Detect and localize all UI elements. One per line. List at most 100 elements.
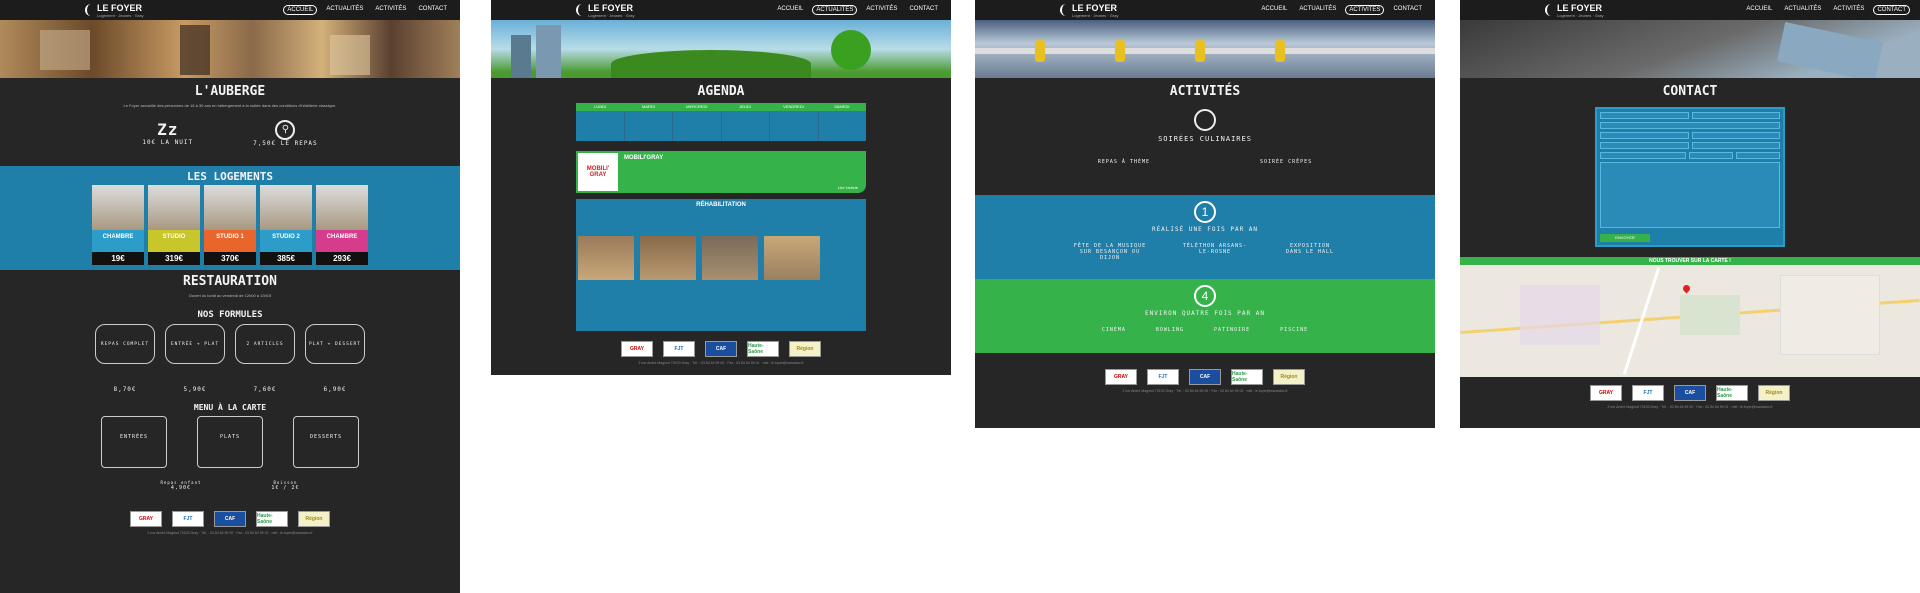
logo-haute-saone[interactable]: Haute-Saône	[747, 341, 779, 357]
logo-region[interactable]: Région	[298, 511, 330, 527]
contact-form: ENVOYER	[1595, 107, 1785, 247]
agenda-day: VENDREDI	[783, 104, 804, 109]
telephone-field[interactable]	[1600, 142, 1689, 149]
room-band: STUDIO	[148, 230, 200, 252]
nav-actualites[interactable]: ACTUALITÉS	[323, 5, 366, 15]
header: LE FOYER Logement · Jeunes · Gray ACCUEIL…	[975, 0, 1435, 20]
agenda-cell[interactable]	[625, 111, 673, 141]
logo[interactable]: LE FOYER Logement · Jeunes · Gray	[576, 3, 634, 18]
room-band: CHAMBRE	[92, 230, 144, 252]
adresse2-field[interactable]	[1600, 132, 1689, 139]
logo[interactable]: LE FOYER Logement · Jeunes · Gray	[1060, 3, 1118, 18]
room-card[interactable]: STUDIO 319€	[148, 185, 200, 265]
nav-accueil[interactable]: ACCUEIL	[1258, 5, 1290, 15]
nav-activites[interactable]: ACTIVITÉS	[863, 5, 900, 15]
email-field[interactable]	[1691, 142, 1780, 149]
formule-price: 6,90€	[323, 386, 347, 393]
nav-accueil[interactable]: ACCUEIL	[774, 5, 806, 15]
logo-region[interactable]: Région	[1273, 369, 1305, 385]
carte-card: DESSERTS	[293, 416, 359, 468]
news-mobiligray: MOBILI' GRAY MOBILI'GRAY Lire l'article	[576, 151, 866, 193]
agenda-cell[interactable]	[576, 111, 625, 141]
formule-frame: 2 ARTICLES	[235, 324, 295, 364]
logo-region[interactable]: Région	[789, 341, 821, 357]
logo-caf[interactable]: CAF	[214, 511, 246, 527]
nav-actualites[interactable]: ACTUALITÉS	[1781, 5, 1824, 15]
agenda-cell[interactable]	[819, 111, 867, 141]
room-card[interactable]: STUDIO 1 370€	[204, 185, 256, 265]
room-photo	[204, 185, 256, 230]
nav-actualites[interactable]: ACTUALITÉS	[1296, 5, 1339, 15]
logo-haute-saone[interactable]: Haute-Saône	[1716, 385, 1748, 401]
nav-activites[interactable]: ACTIVITÉS	[1830, 5, 1867, 15]
rehab-photo[interactable]	[578, 236, 634, 280]
room-photo	[260, 185, 312, 230]
prenom-field[interactable]	[1691, 112, 1780, 119]
logo-fjt[interactable]: FJT	[663, 341, 695, 357]
nav-accueil[interactable]: ACCUEIL	[1743, 5, 1775, 15]
room-photo	[148, 185, 200, 230]
logo-fjt[interactable]: FJT	[1147, 369, 1179, 385]
date-field[interactable]	[1689, 152, 1733, 159]
nav-contact[interactable]: CONTACT	[906, 5, 941, 15]
four-label: ENVIRON QUATRE FOIS PAR AN	[1145, 310, 1265, 317]
rehab-photo[interactable]	[764, 236, 820, 280]
room-card[interactable]: STUDIO 2 385€	[260, 185, 312, 265]
repas-block: ⚲ 7,50€ LE REPAS	[253, 120, 318, 147]
logo-gray[interactable]: GRAY	[1105, 369, 1137, 385]
partner-logos: GRAY FJT CAF Haute-Saône Région	[975, 353, 1435, 389]
ville-field[interactable]	[1691, 132, 1780, 139]
room-price: 319€	[148, 252, 200, 265]
nav-contact[interactable]: CONTACT	[1390, 5, 1425, 15]
agenda-cell[interactable]	[770, 111, 819, 141]
logo-caf[interactable]: CAF	[1674, 385, 1706, 401]
logo-fjt[interactable]: FJT	[172, 511, 204, 527]
nav-activites[interactable]: ACTIVITÉS	[1345, 5, 1385, 15]
logo-gray[interactable]: GRAY	[621, 341, 653, 357]
extra-item: Repas enfant 4,90€	[161, 480, 202, 491]
agenda-cell[interactable]	[673, 111, 722, 141]
logo-fjt[interactable]: FJT	[1632, 385, 1664, 401]
adresse-field[interactable]	[1600, 122, 1780, 129]
nav-accueil[interactable]: ACCUEIL	[283, 5, 318, 15]
logo-caf[interactable]: CAF	[705, 341, 737, 357]
nav-contact[interactable]: CONTACT	[1873, 5, 1910, 15]
room-photo	[92, 185, 144, 230]
room-name: STUDIO 2	[272, 234, 300, 240]
map-pin-icon[interactable]	[1681, 283, 1692, 294]
room-price: 370€	[204, 252, 256, 265]
rehab-photo[interactable]	[702, 236, 758, 280]
room-card[interactable]: CHAMBRE 293€	[316, 185, 368, 265]
nom-field[interactable]	[1600, 112, 1689, 119]
read-more-link[interactable]: Lire l'article	[838, 185, 858, 190]
news-rehabilitation: RÉHABILITATION	[576, 199, 866, 331]
logo-gray[interactable]: GRAY	[1590, 385, 1622, 401]
logo[interactable]: LE FOYER Logement · Jeunes · Gray	[85, 3, 143, 18]
nav-actualites[interactable]: ACTUALITÉS	[812, 5, 858, 15]
once-item: TÉLÉTHON ARSANS-LE-ROSNE	[1182, 243, 1248, 255]
agenda-cell[interactable]	[722, 111, 770, 141]
logo-haute-saone[interactable]: Haute-Saône	[256, 511, 288, 527]
header: LE FOYER Logement · Jeunes · Gray ACCUEIL…	[491, 0, 951, 20]
nav-contact[interactable]: CONTACT	[415, 5, 450, 15]
formule-price: 5,90€	[183, 386, 207, 393]
logo-caf[interactable]: CAF	[1189, 369, 1221, 385]
room-card[interactable]: CHAMBRE 19€	[92, 185, 144, 265]
cuisine-item: SOIRÉE CRÊPES	[1260, 159, 1313, 165]
logo-region[interactable]: Région	[1758, 385, 1790, 401]
rehab-photo[interactable]	[640, 236, 696, 280]
sujet-select[interactable]	[1600, 152, 1686, 159]
mobiligray-logo: MOBILI' GRAY	[578, 153, 618, 191]
page-actualites: LE FOYER Logement · Jeunes · Gray ACCUEIL…	[491, 0, 951, 375]
cuisine-block: SOIRÉES CULINAIRES	[975, 103, 1435, 143]
submit-button[interactable]: ENVOYER	[1600, 234, 1650, 242]
formule-name: PLAT + DESSERT	[309, 341, 361, 347]
map[interactable]	[1460, 265, 1920, 377]
nav-activites[interactable]: ACTIVITÉS	[372, 5, 409, 15]
logo[interactable]: LE FOYER Logement · Jeunes · Gray	[1545, 3, 1603, 18]
logo-haute-saone[interactable]: Haute-Saône	[1231, 369, 1263, 385]
message-textarea[interactable]	[1600, 162, 1780, 228]
date2-field[interactable]	[1736, 152, 1780, 159]
formule-card: 2 ARTICLES 7,60€	[235, 324, 295, 393]
logo-gray[interactable]: GRAY	[130, 511, 162, 527]
